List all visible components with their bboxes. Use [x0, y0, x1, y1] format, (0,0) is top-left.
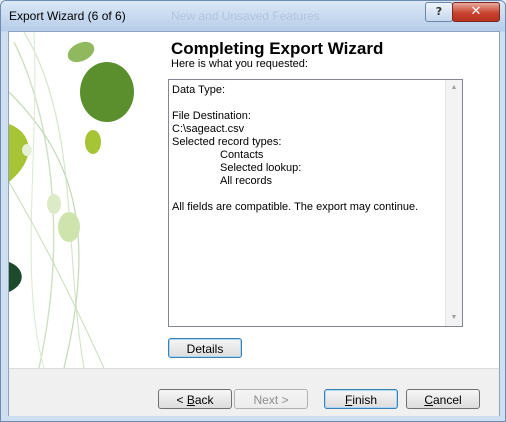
summary-line: Data Type: [172, 84, 225, 96]
summary-scrollbar[interactable]: ▲ ▼ [445, 80, 462, 326]
summary-line: All fields are compatible. The export ma… [172, 201, 419, 213]
back-button[interactable]: < Back [158, 389, 232, 409]
summary-line: All records [220, 175, 272, 187]
close-button[interactable]: ✕ [452, 2, 500, 22]
export-wizard-window: Export Wizard (6 of 6) New and Unsaved F… [0, 0, 506, 422]
wizard-client-area: Completing Export Wizard Here is what yo… [8, 31, 500, 416]
cancel-button[interactable]: Cancel [406, 389, 480, 409]
finish-button-label: Finish [344, 393, 378, 407]
background-window-title: New and Unsaved Features [171, 9, 320, 23]
back-button-label: Back [186, 393, 214, 407]
details-button[interactable]: Details [168, 338, 242, 358]
help-button[interactable]: ? [425, 2, 453, 22]
back-button-prefix: < [176, 393, 187, 407]
summary-textbox[interactable]: Data Type: File Destination: C:\sageact.cs… [168, 79, 463, 327]
title-bar[interactable]: Export Wizard (6 of 6) New and Unsaved F… [1, 1, 505, 31]
summary-line: Selected record types: [172, 136, 282, 148]
summary-line: C:\sageact.csv [172, 123, 245, 135]
wizard-subheading: Here is what you requested: [171, 58, 308, 70]
leaf-decoration [9, 32, 134, 368]
scroll-down-arrow-icon[interactable]: ▼ [446, 310, 462, 326]
summary-line [172, 188, 444, 201]
summary-text: Data Type: File Destination: C:\sageact.cs… [172, 84, 444, 214]
window-title: Export Wizard (6 of 6) [9, 9, 126, 23]
next-button[interactable]: Next > [234, 389, 308, 409]
cancel-button-label: Cancel [424, 393, 462, 407]
scroll-up-arrow-icon[interactable]: ▲ [446, 80, 462, 96]
summary-line: File Destination: [172, 110, 251, 122]
wizard-footer: < Back Next > Finish Cancel [9, 368, 499, 416]
summary-line: Selected lookup: [220, 162, 302, 174]
wizard-heading: Completing Export Wizard [171, 39, 384, 58]
summary-line [172, 97, 444, 110]
summary-line: Contacts [220, 149, 264, 161]
finish-button[interactable]: Finish [324, 389, 398, 409]
